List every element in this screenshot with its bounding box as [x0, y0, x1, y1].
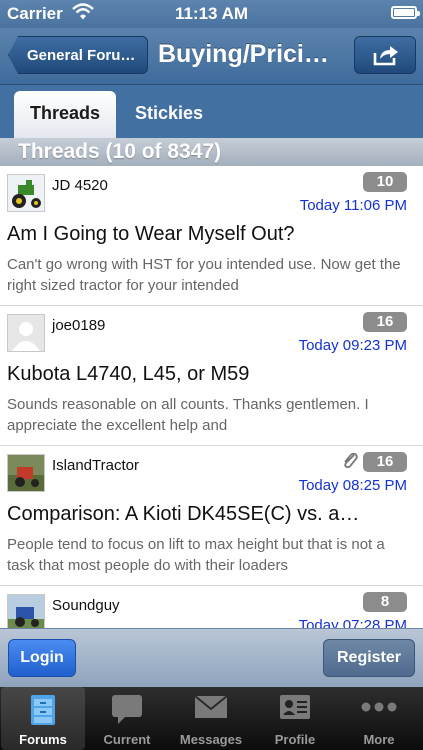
tab-profile[interactable]: Profile	[253, 687, 337, 750]
register-button[interactable]: Register	[323, 639, 415, 677]
thread-list[interactable]: JD 4520 10 Today 11:06 PM Am I Going to …	[0, 166, 423, 628]
cabinet-icon	[31, 695, 55, 725]
status-bar: Carrier 11:13 AM	[0, 0, 423, 28]
thread-title: Comparison: A Kioti DK45SE(C) vs. a…	[7, 503, 360, 525]
speech-bubble-icon	[112, 695, 142, 724]
more-dots-icon	[361, 702, 397, 712]
battery-icon	[391, 6, 420, 19]
thread-snippet: People tend to focus on lift to max heig…	[7, 536, 385, 574]
clock: 11:13 AM	[174, 4, 249, 23]
avatar	[7, 454, 45, 492]
page-title: Buying/Prici…	[158, 40, 329, 68]
envelope-icon	[194, 695, 228, 718]
author-name: IslandTractor	[52, 457, 139, 474]
avatar	[7, 174, 45, 212]
author-name: JD 4520	[52, 177, 108, 194]
thread-date: Today 07:28 PM	[298, 617, 407, 628]
tab-label: Current	[103, 732, 151, 747]
id-card-icon	[280, 695, 310, 719]
reply-count-badge: 16	[363, 312, 407, 332]
tab-current[interactable]: Current	[85, 687, 169, 750]
thread-title: Kubota L4740, L45, or M59	[7, 363, 250, 385]
tab-forums[interactable]: Forums	[1, 687, 85, 750]
thread-row[interactable]: JD 4520 10 Today 11:06 PM Am I Going to …	[0, 166, 423, 306]
tab-more[interactable]: More	[337, 687, 421, 750]
reply-count-badge: 10	[363, 172, 407, 192]
thread-date: Today 08:25 PM	[298, 477, 407, 494]
thread-title: Am I Going to Wear Myself Out?	[7, 223, 295, 245]
share-button[interactable]	[354, 36, 416, 74]
tab-threads[interactable]: Threads	[14, 91, 116, 138]
tab-stickies[interactable]: Stickies	[120, 91, 218, 138]
avatar	[7, 594, 45, 628]
section-header: Threads (10 of 8347)	[0, 138, 423, 166]
tab-label: Messages	[179, 732, 243, 747]
back-button[interactable]: General Foru…	[8, 36, 148, 74]
thread-snippet: Can't go wrong with HST for you intended…	[7, 256, 401, 294]
reply-count-badge: 16	[363, 452, 407, 472]
avatar	[7, 314, 45, 352]
tab-bar: Forums Current Messages Profile More	[0, 687, 423, 750]
login-button[interactable]: Login	[8, 639, 76, 677]
thread-date: Today 09:23 PM	[298, 337, 407, 354]
tab-label: Profile	[274, 732, 316, 747]
thread-date: Today 11:06 PM	[299, 197, 407, 214]
share-icon	[373, 46, 398, 66]
author-name: joe0189	[52, 317, 106, 334]
thread-row[interactable]: joe0189 16 Today 09:23 PM Kubota L4740, …	[0, 306, 423, 446]
attachment-icon	[341, 451, 359, 476]
tab-label: Forums	[19, 732, 67, 747]
thread-row[interactable]: Soundguy 8 Today 07:28 PM	[0, 586, 423, 628]
thread-snippet: Sounds reasonable on all counts. Thanks …	[7, 396, 369, 434]
reply-count-badge: 8	[363, 592, 407, 612]
thread-row[interactable]: IslandTractor 16 Today 08:25 PM Comparis…	[0, 446, 423, 586]
tab-label: More	[363, 732, 395, 747]
nav-bar: General Foru… Buying/Prici…	[0, 28, 423, 85]
auth-bar: Login Register	[0, 628, 423, 687]
thread-tabs: Threads Stickies	[0, 85, 423, 138]
author-name: Soundguy	[52, 597, 120, 614]
tab-messages[interactable]: Messages	[169, 687, 253, 750]
